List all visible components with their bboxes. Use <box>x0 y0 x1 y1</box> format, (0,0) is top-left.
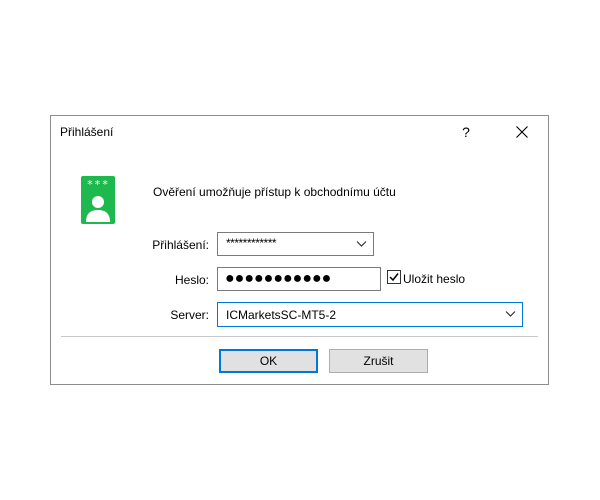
title-bar: Přihlášení ? <box>51 116 548 148</box>
server-label: Server: <box>170 308 209 322</box>
server-combobox[interactable]: ICMarketsSC-MT5-2 <box>217 302 523 327</box>
checkmark-icon <box>389 273 399 282</box>
ok-button[interactable]: OK <box>219 349 318 373</box>
close-button[interactable] <box>506 120 538 144</box>
dialog-title: Přihlášení <box>60 125 114 139</box>
save-password-checkbox[interactable] <box>387 270 401 284</box>
close-icon <box>516 126 528 138</box>
login-dialog: Přihlášení ? *** Ověření umožňuje přístu… <box>50 115 549 385</box>
account-icon: *** <box>81 176 115 224</box>
divider <box>61 336 538 337</box>
login-label: Přihlášení: <box>152 238 209 252</box>
cancel-button[interactable]: Zrušit <box>329 349 428 373</box>
password-field[interactable]: ●●●●●●●●●●● <box>217 267 381 291</box>
chevron-down-icon[interactable] <box>356 240 367 248</box>
login-combobox[interactable]: ************ <box>217 232 374 256</box>
chevron-down-icon[interactable] <box>505 310 516 318</box>
server-value: ICMarketsSC-MT5-2 <box>226 308 337 322</box>
login-value: ************ <box>226 236 277 250</box>
help-button[interactable]: ? <box>451 120 481 144</box>
user-silhouette-icon <box>86 196 110 222</box>
password-value: ●●●●●●●●●●● <box>225 270 332 287</box>
info-text: Ověření umožňuje přístup k obchodnímu úč… <box>153 185 396 199</box>
password-label: Heslo: <box>174 273 209 287</box>
icon-stars: *** <box>86 178 110 191</box>
save-password-label[interactable]: Uložit heslo <box>403 272 465 286</box>
help-icon: ? <box>462 124 470 140</box>
